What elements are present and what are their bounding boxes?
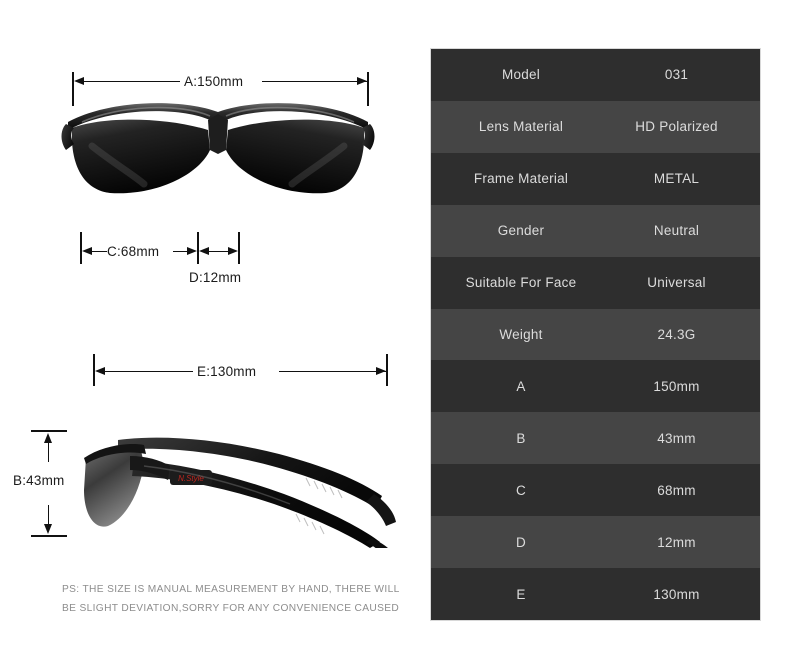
spec-value: HD Polarized [635, 119, 718, 135]
table-row: Frame Material METAL [431, 152, 760, 205]
spec-value: METAL [653, 171, 700, 187]
sunglasses-side-view: N.Style [74, 418, 404, 558]
spec-value: Universal [647, 275, 706, 291]
dimension-e-label: E:130mm [197, 364, 257, 379]
dimension-d-arrow-right [228, 247, 238, 255]
table-row: Gender Neutral [431, 204, 760, 257]
dimension-c-label: C:68mm [107, 244, 160, 259]
dimension-c-rule-right [173, 251, 187, 253]
dimension-a-arrow-left [74, 77, 84, 85]
table-row: E 130mm [431, 568, 760, 620]
dimension-e-arrow-right [376, 367, 386, 375]
dimension-b-rule-bottom [48, 505, 50, 526]
spec-key: D [516, 534, 526, 550]
dimension-b-tick-bottom [31, 535, 67, 537]
spec-value: 031 [664, 67, 689, 83]
dimension-b-arrow-down [44, 524, 52, 534]
dimension-d-tick-right [238, 232, 240, 264]
specification-table: Model 031 Lens Material HD Polarized Fra… [431, 49, 760, 620]
spec-key: B [516, 430, 526, 446]
table-row: Model 031 [431, 49, 760, 101]
spec-key: Gender [497, 223, 545, 239]
spec-key: Weight [499, 326, 543, 342]
spec-key: E [516, 586, 526, 602]
table-row: A 150mm [431, 360, 760, 413]
spec-value: 24.3G [657, 326, 696, 342]
sunglasses-front-view [58, 100, 378, 212]
dimension-b-tick-top [31, 430, 67, 432]
dimension-b-rule-top [48, 440, 50, 462]
dimension-a-label: A:150mm [184, 74, 244, 89]
table-row: C 68mm [431, 464, 760, 517]
spec-value: 12mm [657, 534, 696, 550]
dimension-a-rule-left [82, 81, 180, 83]
spec-key: Frame Material [473, 171, 569, 187]
table-row: Weight 24.3G [431, 308, 760, 361]
dimension-e-arrow-left [95, 367, 105, 375]
product-diagram-panel: A:150mm C:68mm D:12mm E:130mm B:43mm N.S… [0, 0, 430, 648]
disclaimer-line-2: BE SLIGHT DEVIATION,SORRY FOR ANY CONVEN… [62, 603, 400, 614]
dimension-a-arrow-right [357, 77, 367, 85]
spec-value: 43mm [657, 430, 696, 446]
spec-value: 130mm [653, 586, 700, 602]
disclaimer-line-1: PS: THE SIZE IS MANUAL MEASUREMENT BY HA… [62, 584, 400, 595]
spec-key: Suitable For Face [465, 275, 577, 291]
dimension-e-rule-left [103, 371, 193, 373]
spec-value: 150mm [653, 378, 700, 394]
spec-value: 68mm [657, 482, 696, 498]
table-row: Lens Material HD Polarized [431, 100, 760, 153]
dimension-d-label: D:12mm [189, 270, 242, 285]
spec-key: A [516, 378, 526, 394]
table-row: Suitable For Face Universal [431, 256, 760, 309]
dimension-c-rule-left [90, 251, 107, 253]
measurement-disclaimer: PS: THE SIZE IS MANUAL MEASUREMENT BY HA… [62, 580, 402, 618]
dimension-c-arrow-right [187, 247, 197, 255]
spec-value: Neutral [653, 223, 700, 239]
dimension-a-rule-right [262, 81, 367, 83]
table-row: B 43mm [431, 412, 760, 465]
dimension-e-tick-right [386, 354, 388, 386]
spec-key: Model [501, 67, 541, 83]
dimension-c-arrow-left [82, 247, 92, 255]
spec-key: C [516, 482, 526, 498]
spec-key: Lens Material [478, 119, 564, 135]
table-row: D 12mm [431, 516, 760, 569]
dimension-b-label: B:43mm [13, 473, 65, 488]
dimension-e-rule-right [279, 371, 386, 373]
dimension-b-arrow-up [44, 433, 52, 443]
dimension-d-arrow-left [199, 247, 209, 255]
